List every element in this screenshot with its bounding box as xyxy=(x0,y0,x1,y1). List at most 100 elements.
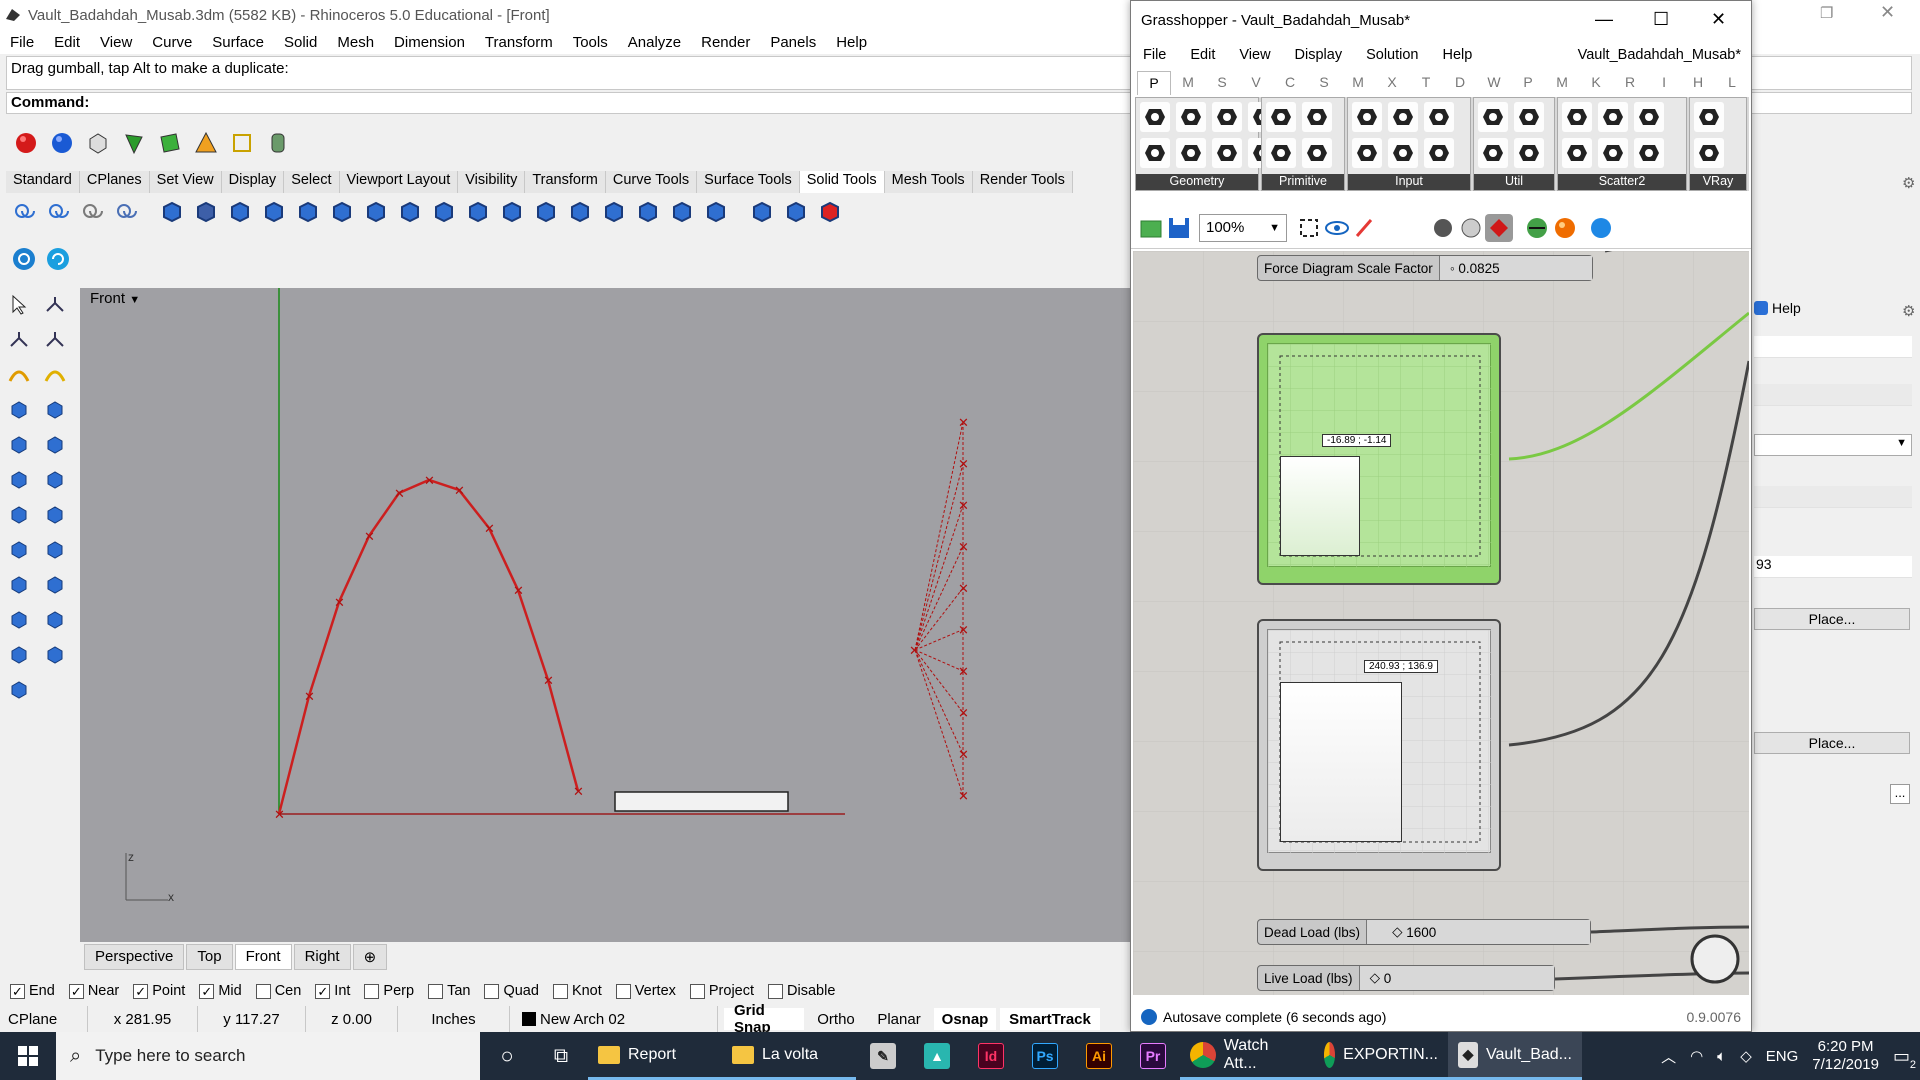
checkbox[interactable] xyxy=(364,983,380,999)
boolean-split-icon[interactable] xyxy=(112,197,140,225)
taskbar-item-rhino[interactable]: ◆ Vault_Bad... xyxy=(1448,1032,1582,1080)
checkbox[interactable]: ✓ xyxy=(199,983,215,999)
category-tab-5[interactable]: S xyxy=(1307,71,1341,95)
osnap-vertex[interactable]: Vertex xyxy=(615,983,676,999)
category-tab-16[interactable]: H xyxy=(1681,71,1715,95)
category-tab-10[interactable]: W xyxy=(1477,71,1511,95)
open-file-icon[interactable] xyxy=(1137,214,1165,242)
curve-icon[interactable] xyxy=(4,360,34,390)
taskbar-search[interactable]: ⌕ Type here to search xyxy=(56,1032,480,1080)
boolean-intersection-icon[interactable] xyxy=(78,197,106,225)
zoom-extents-icon[interactable] xyxy=(1295,214,1323,242)
panel-help-tab[interactable]: Help xyxy=(1754,300,1801,316)
tab-solid-tools[interactable]: Solid Tools xyxy=(799,171,885,193)
component-icon[interactable] xyxy=(1140,102,1170,132)
palette-group-label[interactable]: Util xyxy=(1474,174,1554,190)
delete-icon[interactable] xyxy=(816,197,844,225)
cap-icon[interactable] xyxy=(192,197,220,225)
category-tab-8[interactable]: T xyxy=(1409,71,1443,95)
tab-select[interactable]: Select xyxy=(284,171,340,193)
osnap-tan[interactable]: Tan xyxy=(428,983,470,999)
close-icon[interactable]: ✕ xyxy=(1880,2,1895,23)
osnap-disable[interactable]: Disable xyxy=(768,983,835,999)
bake-icon[interactable] xyxy=(1523,214,1551,242)
menu-render[interactable]: Render xyxy=(691,34,760,51)
menu-mesh[interactable]: Mesh xyxy=(327,34,384,51)
menu-file[interactable]: File xyxy=(0,34,44,51)
checkbox[interactable]: ✓ xyxy=(315,983,331,999)
wire-preview-icon[interactable] xyxy=(1457,214,1485,242)
sphere-preview-icon[interactable] xyxy=(1587,214,1615,242)
place-button-1[interactable]: Place... xyxy=(1754,608,1910,630)
save-icon[interactable] xyxy=(1165,214,1193,242)
category-tab-14[interactable]: R xyxy=(1613,71,1647,95)
merge-face-icon[interactable] xyxy=(566,197,594,225)
shield-shape-icon[interactable] xyxy=(40,465,70,495)
checkbox[interactable]: ✓ xyxy=(10,983,25,999)
sphere-edit-icon[interactable] xyxy=(40,430,70,460)
tab-visibility[interactable]: Visibility xyxy=(458,171,526,193)
boolean-union-icon[interactable] xyxy=(10,197,38,225)
component-icon[interactable] xyxy=(1212,102,1242,132)
minimize-icon[interactable]: — xyxy=(1595,9,1613,30)
bounding-box-icon[interactable] xyxy=(228,129,256,157)
red-sphere-icon[interactable] xyxy=(12,129,40,157)
checkbox[interactable] xyxy=(689,983,705,999)
slider-live-load[interactable]: Live Load (lbs) ◇ 0 xyxy=(1257,965,1555,991)
gumball-icon[interactable] xyxy=(10,245,38,273)
component-icon[interactable] xyxy=(1634,102,1664,132)
menu-transform[interactable]: Transform xyxy=(475,34,563,51)
boolean-difference-icon[interactable] xyxy=(44,197,72,225)
status-pane-grid-snap[interactable]: Grid Snap xyxy=(724,1002,804,1036)
component-icon[interactable] xyxy=(1302,138,1332,168)
sketch-icon[interactable] xyxy=(1351,214,1379,242)
torus-icon[interactable] xyxy=(4,605,34,635)
rotate-face-icon[interactable] xyxy=(600,197,628,225)
checkbox[interactable]: ✓ xyxy=(68,983,84,999)
shaded-preview-icon[interactable] xyxy=(1485,213,1513,242)
photoshop-icon[interactable]: Ps xyxy=(1018,1032,1072,1080)
taskbar-item-report[interactable]: Report xyxy=(588,1032,722,1080)
menu-edit[interactable]: Edit xyxy=(44,34,90,51)
shell-icon[interactable] xyxy=(260,197,288,225)
component-icon[interactable] xyxy=(1266,138,1296,168)
select-arrow-icon[interactable] xyxy=(4,290,34,320)
move-face-icon[interactable] xyxy=(430,197,458,225)
wire-cut-icon[interactable] xyxy=(668,197,696,225)
component-icon[interactable] xyxy=(1478,138,1508,168)
ellipsoid-icon[interactable] xyxy=(4,465,34,495)
network-icon[interactable]: ◠ xyxy=(1690,1047,1703,1065)
category-tab-7[interactable]: X xyxy=(1375,71,1409,95)
slider-dead-load[interactable]: Dead Load (lbs) ◇ 1600 xyxy=(1257,919,1591,945)
box-tool-icon[interactable] xyxy=(4,395,34,425)
component-icon[interactable] xyxy=(1562,138,1592,168)
tab-surface-tools[interactable]: Surface Tools xyxy=(697,171,800,193)
osnap-point[interactable]: ✓ Point xyxy=(133,983,185,999)
status-layer[interactable]: New Arch 02 xyxy=(510,1006,718,1032)
offset-icon[interactable] xyxy=(634,197,662,225)
pyramid-2-icon[interactable] xyxy=(4,535,34,565)
tab-top[interactable]: Top xyxy=(186,944,233,970)
panel-dropdown[interactable]: ▼ xyxy=(1754,434,1912,456)
tab-cplanes[interactable]: CPlanes xyxy=(79,171,150,193)
menu-dimension[interactable]: Dimension xyxy=(384,34,475,51)
category-tab-6[interactable]: M xyxy=(1341,71,1375,95)
split-face-icon[interactable] xyxy=(498,197,526,225)
component-icon[interactable] xyxy=(1424,138,1454,168)
gear-icon[interactable]: ⚙ xyxy=(1902,174,1915,192)
category-tab-3[interactable]: V xyxy=(1239,71,1273,95)
component-icon[interactable] xyxy=(1598,138,1628,168)
status-pane-ortho[interactable]: Ortho xyxy=(808,1008,864,1030)
panel-value-field[interactable]: 93 xyxy=(1754,556,1912,578)
category-tab-4[interactable]: C xyxy=(1273,71,1307,95)
tab-right[interactable]: Right xyxy=(293,944,351,970)
close-icon[interactable]: ✕ xyxy=(1711,9,1726,30)
graph-mapper-2[interactable]: 240.93 ; 136.9 xyxy=(1257,619,1501,871)
app-icon[interactable]: ✎ xyxy=(856,1032,910,1080)
menu-panels[interactable]: Panels xyxy=(760,34,826,51)
osnap-quad[interactable]: Quad xyxy=(484,983,539,999)
mesh-tool-icon[interactable] xyxy=(4,675,34,705)
component-icon[interactable] xyxy=(1212,138,1242,168)
checkbox[interactable]: ✓ xyxy=(133,983,149,999)
checkbox[interactable] xyxy=(768,983,784,999)
